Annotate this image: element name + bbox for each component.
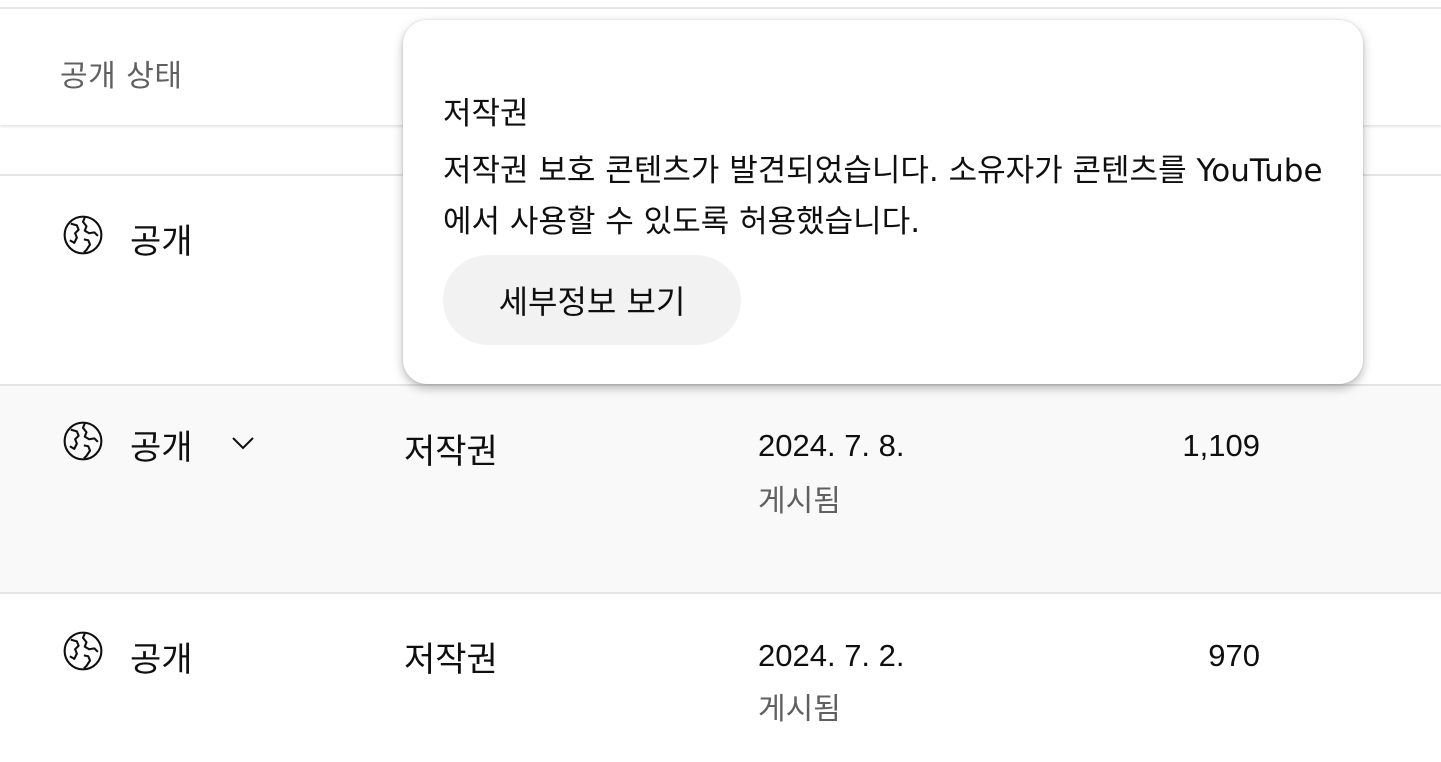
globe-icon bbox=[63, 421, 103, 461]
table-row[interactable]: 공개 저작권 2024. 7. 2. 게시됨 970 bbox=[0, 592, 1441, 762]
date-status: 게시됨 bbox=[758, 692, 841, 727]
copyright-tooltip: 저작권 저작권 보호 콘텐츠가 발견되었습니다. 소유자가 콘텐츠를 YouTu… bbox=[403, 20, 1363, 384]
visibility-label: 공개 bbox=[130, 222, 193, 262]
views-count: 970 bbox=[1208, 638, 1260, 673]
restriction-label[interactable]: 저작권 bbox=[404, 632, 498, 681]
globe-icon bbox=[63, 631, 103, 671]
table-row[interactable]: 공개 저작권 2024. 7. 8. 게시됨 1,109 bbox=[0, 384, 1441, 594]
chevron-down-icon[interactable] bbox=[228, 428, 258, 458]
date-status: 게시됨 bbox=[758, 484, 841, 519]
tooltip-title: 저작권 bbox=[443, 96, 529, 132]
tooltip-body: 저작권 보호 콘텐츠가 발견되었습니다. 소유자가 콘텐츠를 YouTube에서… bbox=[443, 153, 1323, 240]
date-value: 2024. 7. 2. bbox=[758, 638, 905, 673]
view-details-button[interactable]: 세부정보 보기 bbox=[443, 255, 741, 345]
views-count: 1,109 bbox=[1182, 428, 1260, 463]
visibility-label: 공개 bbox=[130, 428, 193, 468]
visibility-label: 공개 bbox=[130, 640, 193, 680]
content-table: 공개 상태 공개 공개 저작권 2024. 7. 8. 게시됨 1,109 공개… bbox=[0, 0, 1441, 762]
globe-icon bbox=[63, 215, 103, 255]
restriction-label[interactable]: 저작권 bbox=[404, 424, 498, 473]
visibility-column-header[interactable]: 공개 상태 bbox=[60, 51, 182, 95]
date-value: 2024. 7. 8. bbox=[758, 428, 905, 463]
